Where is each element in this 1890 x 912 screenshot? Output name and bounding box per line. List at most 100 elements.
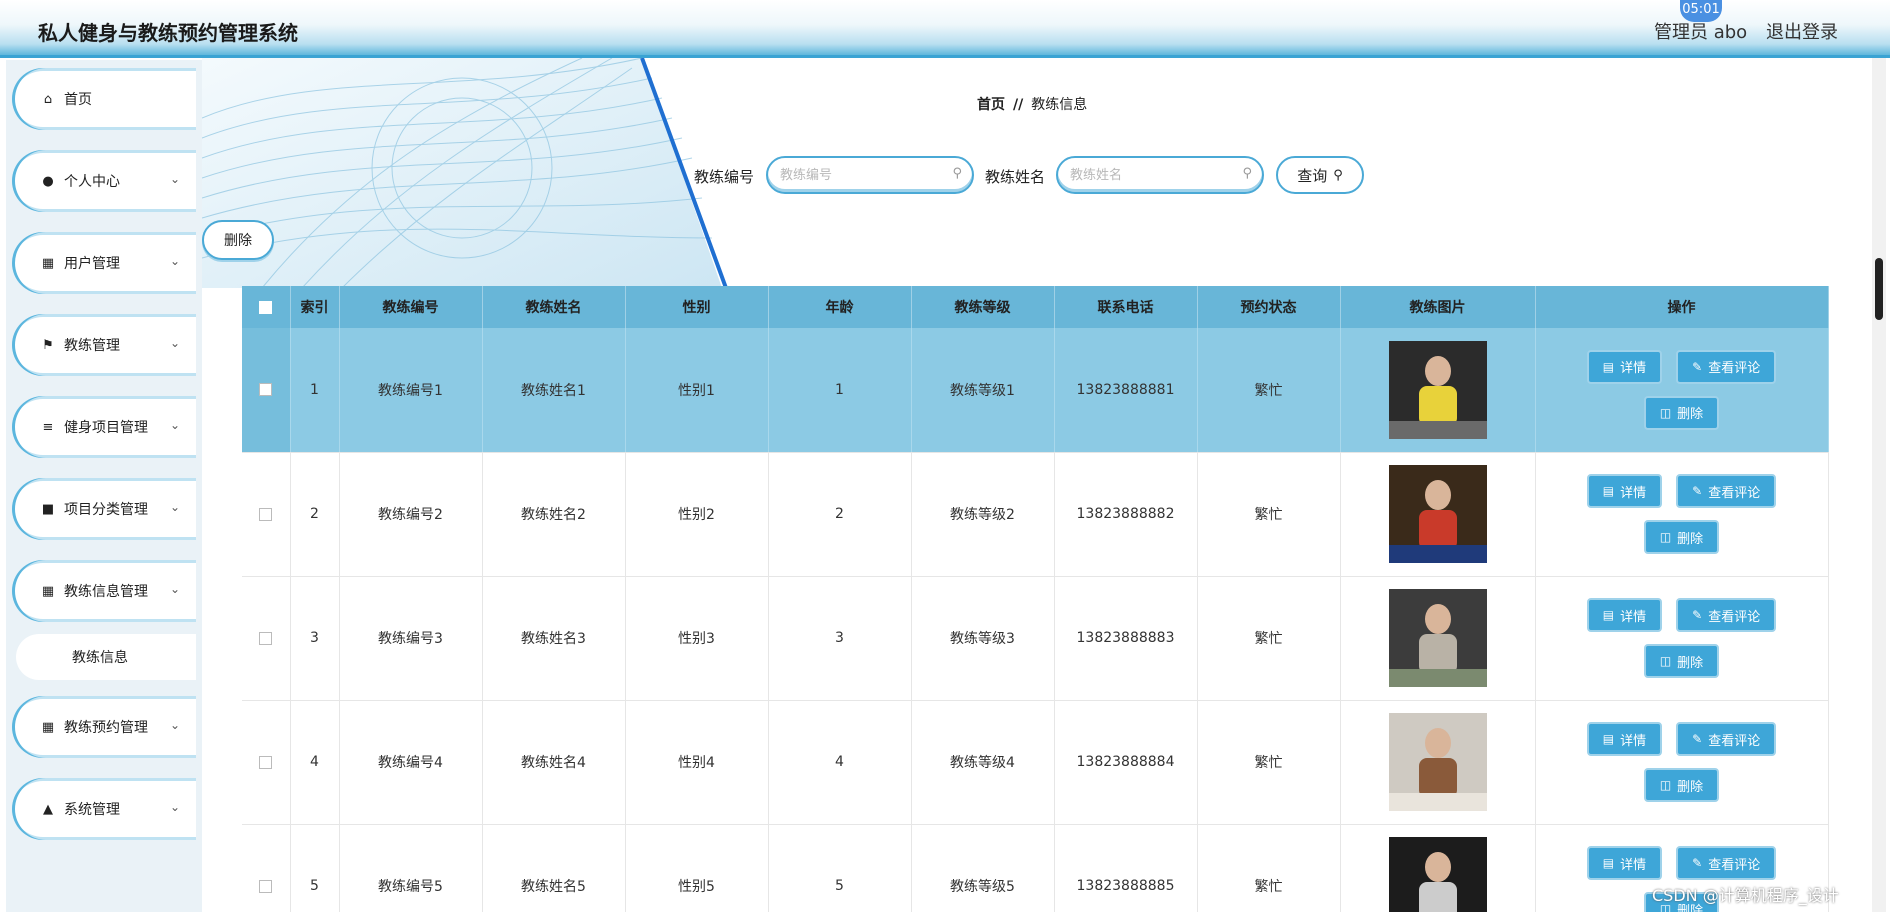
sidebar-item-fitness-project-management[interactable]: ≡ 健身项目管理 ⌄ (12, 396, 196, 458)
box-icon: ■ (41, 501, 55, 517)
detail-button-label: 详情 (1620, 609, 1647, 625)
table-row[interactable]: 3 教练编号3 教练姓名3 性别3 3 教练等级3 13823888883 繁忙 ▤ 详情 ✎ 查看评… (242, 576, 1829, 701)
search-icon: ⚲ (952, 166, 962, 181)
sidebar-item-category-management[interactable]: ■ 项目分类管理 ⌄ (12, 478, 196, 540)
row-checkbox[interactable] (259, 879, 273, 893)
view-comments-button[interactable]: ✎ 查看评论 (1676, 474, 1777, 508)
coach-photo[interactable] (1388, 340, 1487, 439)
row-delete-button[interactable]: ◫ 删除 (1643, 520, 1720, 554)
cell-level: 教练等级1 (911, 328, 1055, 453)
scrollbar-thumb[interactable] (1875, 258, 1883, 320)
cell-no: 教练编号1 (339, 328, 483, 453)
sidebar-item-coach-management[interactable]: ⚑ 教练管理 ⌄ (12, 314, 196, 376)
edit-icon: ✎ (1692, 732, 1703, 746)
document-icon: ▤ (1602, 484, 1615, 498)
watermark-text: CSDN @计算机程序_设计 (1652, 886, 1839, 905)
sidebar-item-personal-center[interactable]: ● 个人中心 ⌄ (12, 150, 196, 212)
sidebar-item-label: 教练信息管理 (64, 584, 148, 600)
detail-button[interactable]: ▤ 详情 (1586, 598, 1663, 632)
document-icon: ▤ (1602, 732, 1615, 746)
edit-icon: ✎ (1692, 608, 1703, 622)
detail-button[interactable]: ▤ 详情 (1586, 474, 1663, 508)
coach-name-input[interactable] (1058, 158, 1218, 192)
column-header: 预约状态 (1197, 286, 1341, 328)
coach-photo[interactable] (1388, 465, 1487, 563)
edit-icon: ✎ (1692, 856, 1703, 870)
sidebar-item-system-management[interactable]: ▲ 系统管理 ⌄ (12, 778, 196, 840)
cell-status: 繁忙 (1197, 328, 1341, 453)
view-comments-button-label: 查看评论 (1708, 857, 1761, 873)
sidebar-item-label: 健身项目管理 (64, 420, 148, 436)
sidebar-item-label: 系统管理 (64, 802, 120, 818)
sliders-icon: ≡ (42, 419, 54, 435)
batch-delete-button[interactable]: 删除 (202, 220, 274, 260)
breadcrumb-home[interactable]: 首页 (977, 97, 1005, 113)
cell-index: 4 (290, 700, 340, 825)
chevron-down-icon: ⌄ (169, 582, 180, 596)
grid-icon: ▦ (41, 255, 55, 271)
page-scrollbar[interactable] (1872, 58, 1886, 912)
user-icon: ▲ (43, 801, 53, 817)
main-content: 首页 // 教练信息 教练编号 ⚲ 教练姓名 ⚲ 查询 ⚲ 删除 索引 教练编号 教… (202, 58, 1868, 912)
logout-link[interactable]: 退出登录 (1766, 18, 1838, 44)
actions-cell: ▤ 详情 ✎ 查看评论 ◫ 删除 (1535, 576, 1829, 701)
cell-gender: 性别3 (625, 576, 769, 701)
cell-age: 5 (768, 824, 912, 912)
cell-age: 2 (768, 452, 912, 577)
row-checkbox[interactable] (259, 507, 273, 521)
sidebar-item-coach-info-management[interactable]: ▦ 教练信息管理 ⌄ (12, 560, 196, 622)
cell-status: 繁忙 (1197, 452, 1341, 577)
edit-icon: ✎ (1692, 359, 1703, 374)
cell-index: 2 (290, 452, 340, 577)
row-checkbox[interactable] (259, 755, 273, 769)
coach-photo[interactable] (1388, 589, 1487, 687)
query-button[interactable]: 查询 ⚲ (1276, 156, 1364, 194)
coach-name-label: 教练姓名 (985, 168, 1046, 186)
cell-gender: 性别5 (625, 824, 769, 912)
sidebar-subitem-coach-info[interactable]: 教练信息 (16, 634, 196, 680)
chevron-down-icon: ⌄ (169, 254, 180, 268)
row-delete-button-label: 删除 (1677, 655, 1704, 671)
person-icon: ● (42, 173, 54, 189)
chevron-down-icon: ⌄ (169, 718, 180, 732)
row-checkbox[interactable] (259, 383, 273, 397)
coach-no-input[interactable] (768, 158, 928, 192)
sidebar-item-user-management[interactable]: ▦ 用户管理 ⌄ (12, 232, 196, 294)
select-all-checkbox[interactable] (259, 300, 273, 314)
detail-button[interactable]: ▤ 详情 (1586, 846, 1663, 880)
row-delete-button[interactable]: ◫ 删除 (1643, 395, 1720, 430)
row-delete-button[interactable]: ◫ 删除 (1643, 768, 1720, 802)
view-comments-button[interactable]: ✎ 查看评论 (1676, 598, 1777, 632)
view-comments-button[interactable]: ✎ 查看评论 (1676, 349, 1777, 384)
cell-level: 教练等级5 (911, 824, 1055, 912)
sidebar-item-booking-management[interactable]: ▦ 教练预约管理 ⌄ (12, 696, 196, 758)
row-checkbox[interactable] (259, 631, 273, 645)
coach-photo[interactable] (1388, 713, 1487, 811)
sidebar-item-home[interactable]: ⌂ 首页 (12, 68, 196, 130)
view-comments-button-label: 查看评论 (1708, 609, 1761, 625)
coach-name-search-box: ⚲ (1056, 156, 1264, 194)
table-row[interactable]: 4 教练编号4 教练姓名4 性别4 4 教练等级4 13823888884 繁忙 ▤ 详情 ✎ 查看评… (242, 700, 1829, 825)
coach-photo[interactable] (1388, 837, 1487, 912)
cell-level: 教练等级3 (911, 576, 1055, 701)
actions-cell: ▤ 详情 ✎ 查看评论 ◫ 删除 (1535, 452, 1829, 577)
query-button-label: 查询 (1297, 166, 1328, 185)
search-icon: ⚲ (1242, 166, 1252, 181)
view-comments-button-label: 查看评论 (1708, 733, 1761, 749)
view-comments-button[interactable]: ✎ 查看评论 (1676, 846, 1777, 880)
cell-age: 4 (768, 700, 912, 825)
table-row[interactable]: 5 教练编号5 教练姓名5 性别5 5 教练等级5 13823888885 繁忙 ▤ 详情 ✎ 查看评… (242, 824, 1829, 912)
table-row[interactable]: 2 教练编号2 教练姓名2 性别2 2 教练等级2 13823888882 繁忙 ▤ 详情 ✎ 查看评… (242, 452, 1829, 577)
table-row[interactable]: 1 教练编号1 教练姓名1 性别1 1 教练等级1 13823888881 繁忙 ▤ 详情 ✎ 查看评… (242, 328, 1829, 453)
column-header: 操作 (1535, 286, 1829, 328)
cell-phone: 13823888885 (1054, 824, 1198, 912)
row-delete-button[interactable]: ◫ 删除 (1643, 644, 1720, 678)
detail-button[interactable]: ▤ 详情 (1586, 722, 1663, 756)
column-header: 教练姓名 (482, 286, 626, 328)
cell-phone: 13823888884 (1054, 700, 1198, 825)
view-comments-button[interactable]: ✎ 查看评论 (1676, 722, 1777, 756)
coach-no-label: 教练编号 (694, 168, 755, 186)
cell-status: 繁忙 (1197, 576, 1341, 701)
column-header: 联系电话 (1054, 286, 1198, 328)
detail-button[interactable]: ▤ 详情 (1586, 349, 1663, 384)
